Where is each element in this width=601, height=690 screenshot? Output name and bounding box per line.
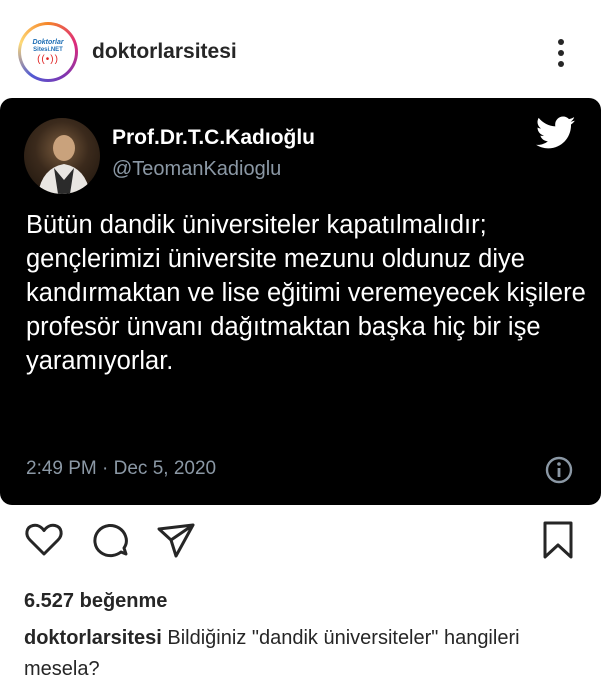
logo-text-line2: Sitesi.NET (33, 47, 63, 53)
heart-icon[interactable] (22, 518, 66, 562)
account-avatar[interactable]: Doktorlar Sitesi.NET ((•)) (18, 22, 78, 82)
info-icon[interactable] (544, 455, 574, 485)
avatar-logo: Doktorlar Sitesi.NET ((•)) (21, 25, 75, 79)
tweet-timestamp: 2:49 PM · Dec 5, 2020 (26, 458, 217, 479)
post-action-bar (0, 518, 601, 568)
comment-icon[interactable] (88, 518, 132, 562)
send-icon[interactable] (154, 518, 198, 562)
tweet-card[interactable]: Prof.Dr.T.C.Kadıoğlu @TeomanKadioglu Büt… (0, 98, 601, 505)
logo-signal-icon: ((•)) (37, 54, 59, 65)
tweet-handle: @TeomanKadioglu (112, 158, 282, 180)
post-username[interactable]: doktorlarsitesi (92, 40, 237, 64)
tweet-display-name: Prof.Dr.T.C.Kadıoğlu (112, 126, 316, 149)
logo-text-line1: Doktorlar (32, 39, 64, 46)
more-vertical-icon[interactable] (548, 36, 574, 70)
tweet-author-avatar (24, 118, 100, 194)
like-count[interactable]: 6.527 beğenme (24, 590, 167, 613)
bookmark-icon[interactable] (536, 518, 580, 562)
post-header: Doktorlar Sitesi.NET ((•)) doktorlarsite… (0, 0, 601, 98)
twitter-bird-icon (536, 116, 576, 149)
caption-username[interactable]: doktorlarsitesi (24, 627, 162, 649)
post-caption: doktorlarsitesi Bildiğiniz "dandik ünive… (24, 623, 584, 685)
tweet-text: Bütün dandik üniversiteler kapatılmalıdı… (26, 211, 586, 375)
